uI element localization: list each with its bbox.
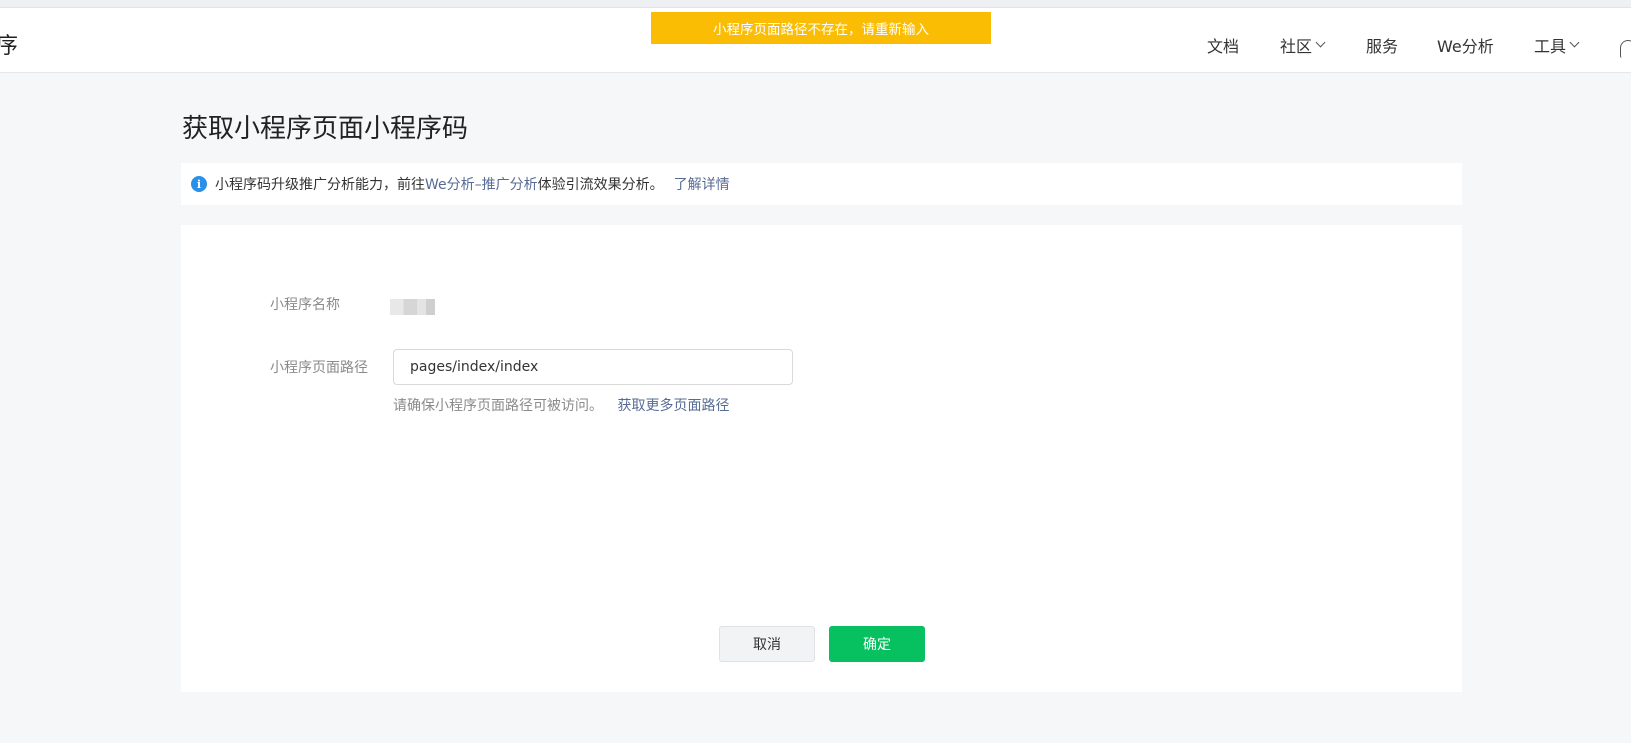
- form-card: 小程序名称 小程序页面路径 请确保小程序页面路径可被访问。 获取更多页面路径 取…: [181, 225, 1462, 692]
- nav-item-label: 社区: [1280, 37, 1313, 56]
- name-label: 小程序名称: [270, 297, 340, 313]
- browser-strip: [0, 0, 1631, 8]
- nav-item-we-analysis[interactable]: We分析: [1437, 33, 1494, 57]
- nav-item-label: 服务: [1366, 37, 1399, 56]
- hint-text: 请确保小程序页面路径可被访问。: [393, 398, 603, 414]
- info-notice: i 小程序码升级推广分析能力，前往 We分析–推广分析 体验引流效果分析。 了解…: [181, 163, 1462, 205]
- nav-item-label: We分析: [1437, 37, 1494, 56]
- cancel-button[interactable]: 取消: [719, 626, 815, 662]
- info-icon: i: [191, 176, 207, 192]
- nav-item-docs[interactable]: 文档: [1207, 33, 1239, 57]
- brand-title[interactable]: 序: [0, 28, 18, 60]
- error-toast: 小程序页面路径不存在，请重新输入: [651, 12, 991, 44]
- blurred-app-name: [390, 299, 435, 315]
- path-hint: 请确保小程序页面路径可被访问。 获取更多页面路径: [393, 395, 729, 415]
- toast-message: 小程序页面路径不存在，请重新输入: [713, 22, 929, 38]
- nav-item-community[interactable]: 社区: [1280, 33, 1326, 57]
- page-title: 获取小程序页面小程序码: [182, 114, 469, 144]
- nav-item-services[interactable]: 服务: [1366, 33, 1398, 57]
- learn-more-link[interactable]: 了解详情: [674, 174, 730, 194]
- confirm-button[interactable]: 确定: [829, 626, 925, 662]
- nav-item-label: 文档: [1207, 37, 1240, 56]
- notice-text-after: 体验引流效果分析。: [537, 177, 664, 193]
- nav-item-tools[interactable]: 工具: [1534, 33, 1580, 57]
- notice-text-before: 小程序码升级推广分析能力，前往: [215, 177, 425, 193]
- path-label: 小程序页面路径: [270, 360, 368, 376]
- chevron-down-icon: [1569, 37, 1580, 48]
- more-paths-link[interactable]: 获取更多页面路径: [617, 398, 729, 414]
- bell-icon[interactable]: [1620, 40, 1631, 58]
- page-path-input[interactable]: [393, 349, 793, 385]
- nav-item-label: 工具: [1534, 37, 1567, 56]
- we-analysis-link[interactable]: We分析–推广分析: [425, 174, 538, 194]
- chevron-down-icon: [1315, 37, 1326, 48]
